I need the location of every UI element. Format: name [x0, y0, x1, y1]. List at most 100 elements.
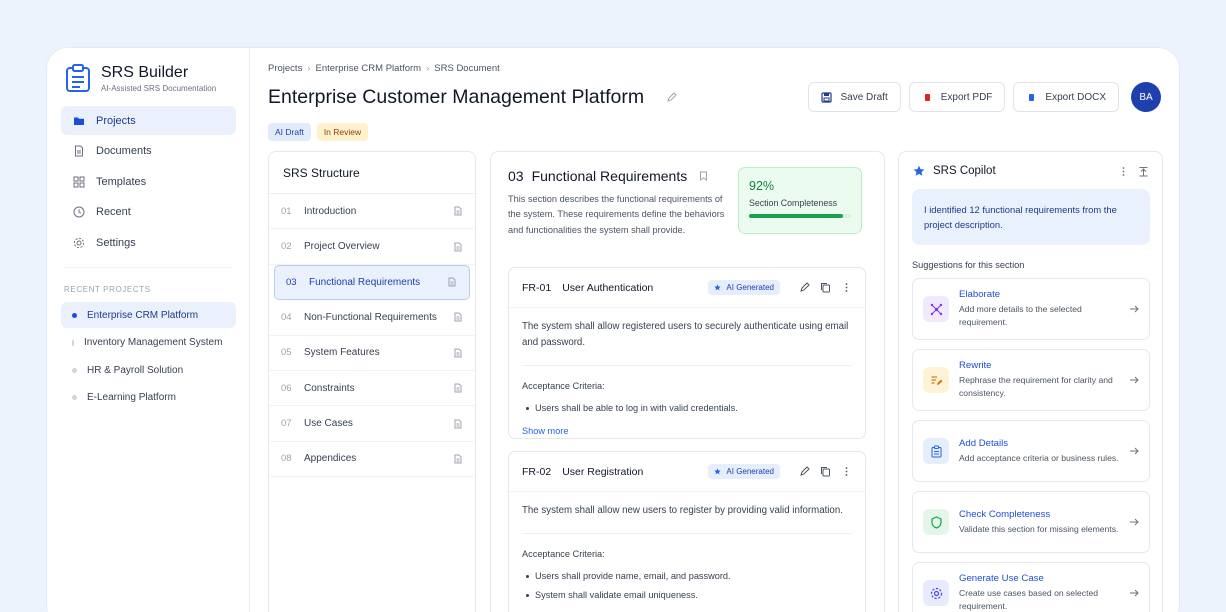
recent-project-label: E-Learning Platform	[87, 392, 176, 403]
collapse-icon[interactable]	[1138, 166, 1149, 177]
structure-item-label: Introduction	[304, 205, 357, 217]
completeness-card: 92% Section Completeness	[738, 167, 862, 234]
ai-draft-badge: AI Draft	[268, 123, 311, 141]
suggestion-generate-use-case[interactable]: Generate Use Case Create use cases based…	[912, 562, 1150, 612]
structure-item[interactable]: 07 Use Cases	[269, 406, 475, 442]
structure-item[interactable]: 08 Appendices	[269, 442, 475, 478]
star-icon	[714, 284, 722, 291]
structure-item-active[interactable]: 03 Functional Requirements	[274, 264, 470, 301]
more-vertical-icon[interactable]	[1118, 166, 1129, 177]
structure-item-label: System Features	[304, 347, 380, 359]
structure-item-number: 01	[281, 205, 292, 217]
nav-item-templates[interactable]: Templates	[61, 167, 236, 196]
structure-item-number: 08	[281, 453, 292, 465]
pencil-icon[interactable]	[666, 91, 678, 103]
avatar[interactable]: BA	[1131, 82, 1161, 112]
structure-item[interactable]: 04 Non-Functional Requirements	[269, 300, 475, 336]
acceptance-criterion: Users shall provide name, email, and pas…	[522, 568, 852, 584]
nav-item-settings[interactable]: Settings	[61, 228, 236, 257]
recent-project-item[interactable]: HR & Payroll Solution	[61, 357, 236, 383]
requirement-header: FR-01 User Authentication AI Generated	[509, 268, 865, 308]
ai-generated-label: AI Generated	[726, 467, 774, 476]
breadcrumb-chevron-icon: ›	[307, 63, 311, 74]
section-panel: 03 Functional Requirements This section …	[490, 151, 885, 612]
document-icon	[454, 242, 462, 252]
pencil-icon[interactable]	[799, 466, 810, 477]
grid-icon	[73, 176, 85, 187]
requirement-divider	[522, 365, 852, 366]
copilot-message: I identified 12 functional requirements …	[912, 189, 1150, 245]
copilot-title: SRS Copilot	[933, 165, 996, 177]
structure-item-label: Functional Requirements	[309, 276, 421, 288]
bullet-icon	[526, 593, 529, 597]
nav-item-projects[interactable]: Projects	[61, 106, 236, 135]
suggestion-elaborate[interactable]: Elaborate Add more details to the select…	[912, 278, 1150, 340]
requirement-text: The system shall allow registered users …	[522, 321, 849, 348]
requirement-divider	[522, 533, 852, 534]
requirement-id: FR-01	[522, 281, 552, 294]
project-dot-icon	[72, 395, 77, 400]
more-vertical-icon[interactable]	[841, 282, 852, 293]
structure-item-label: Project Overview	[304, 241, 380, 253]
export-pdf-label: Export PDF	[940, 91, 993, 103]
save-draft-button[interactable]: Save Draft	[808, 82, 901, 112]
copilot-panel: SRS Copilot I identified 12 functional r…	[898, 151, 1163, 612]
export-pdf-button[interactable]: Export PDF	[908, 82, 1006, 112]
suggestion-desc: Create use cases based on selected requi…	[959, 588, 1099, 611]
suggestion-icon-box	[923, 580, 949, 606]
suggestion-add-details[interactable]: Add Details Add acceptance criteria or b…	[912, 420, 1150, 482]
suggestion-title: Check Completeness	[959, 508, 1051, 520]
docx-icon	[1029, 93, 1035, 101]
breadcrumb-project[interactable]: Enterprise CRM Platform	[316, 63, 422, 74]
suggestion-title: Rewrite	[959, 360, 992, 372]
recent-project-item[interactable]: Enterprise CRM Platform	[61, 302, 236, 328]
recent-project-item[interactable]: Inventory Management System	[61, 330, 236, 356]
recent-project-item[interactable]: E-Learning Platform	[61, 385, 236, 411]
ai-generated-tag: AI Generated	[708, 464, 780, 479]
project-dot-icon	[72, 312, 77, 318]
requirement-header: FR-02 User Registration AI Generated	[509, 452, 865, 492]
save-draft-label: Save Draft	[840, 91, 888, 103]
arrow-right-icon	[1130, 589, 1139, 597]
acceptance-criteria-label: Acceptance Criteria:	[522, 381, 605, 391]
completeness-value: 92%	[749, 179, 775, 193]
export-docx-button[interactable]: Export DOCX	[1013, 82, 1119, 112]
document-icon	[454, 454, 462, 464]
nav-item-recent[interactable]: Recent	[61, 198, 236, 227]
gear-icon	[930, 587, 942, 599]
structure-item-number: 07	[281, 418, 292, 430]
nav-item-documents[interactable]: Documents	[61, 137, 236, 166]
suggestions-heading: Suggestions for this section	[912, 260, 1025, 270]
nav-item-label: Documents	[96, 145, 152, 157]
bookmark-icon[interactable]	[699, 171, 708, 181]
recent-projects-list: Enterprise CRM Platform Inventory Manage…	[61, 302, 236, 412]
app-window: SRS Builder AI-Assisted SRS Documentatio…	[46, 47, 1180, 612]
pencil-icon[interactable]	[799, 282, 810, 293]
copy-icon[interactable]	[820, 282, 831, 293]
suggestion-text: Rewrite Rephrase the requirement for cla…	[959, 360, 1121, 400]
arrow-right-icon	[1130, 376, 1139, 384]
breadcrumb-chevron-icon: ›	[426, 63, 430, 74]
bullet-icon	[526, 574, 529, 578]
suggestion-check-completeness[interactable]: Check Completeness Validate this section…	[912, 491, 1150, 553]
structure-item[interactable]: 05 System Features	[269, 336, 475, 371]
star-icon	[714, 468, 722, 475]
nav-item-label: Templates	[96, 175, 147, 188]
breadcrumb-projects[interactable]: Projects	[268, 63, 302, 74]
status-badges: AI Draft In Review	[268, 123, 374, 141]
structure-item[interactable]: 01 Introduction	[269, 194, 475, 230]
requirement-name: User Registration	[562, 465, 644, 478]
suggestion-rewrite[interactable]: Rewrite Rephrase the requirement for cla…	[912, 349, 1150, 411]
more-vertical-icon[interactable]	[841, 466, 852, 477]
completeness-bar	[749, 214, 851, 218]
requirement-body: The system shall allow registered users …	[509, 308, 865, 439]
show-more-link[interactable]: Show more	[522, 423, 852, 439]
requirement-tools	[789, 466, 852, 477]
brand: SRS Builder AI-Assisted SRS Documentatio…	[65, 63, 216, 93]
copy-icon[interactable]	[820, 466, 831, 477]
structure-item-label: Constraints	[304, 382, 355, 394]
suggestion-text: Check Completeness Validate this section…	[959, 509, 1121, 536]
structure-item[interactable]: 02 Project Overview	[269, 229, 475, 265]
structure-item[interactable]: 06 Constraints	[269, 371, 475, 407]
shield-icon	[930, 515, 942, 529]
